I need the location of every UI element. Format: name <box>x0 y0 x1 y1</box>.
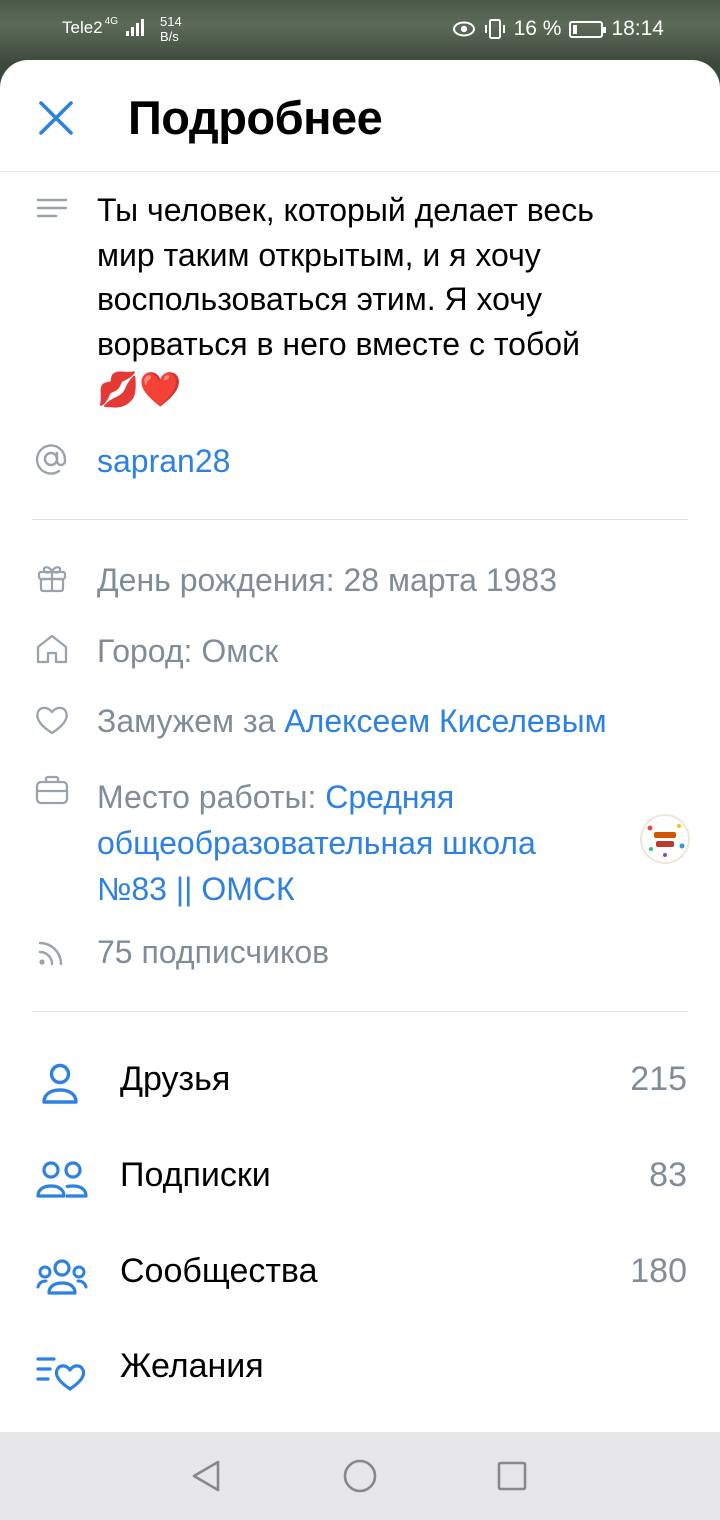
page-title: Подробнее <box>128 91 383 144</box>
back-icon[interactable] <box>188 1458 224 1494</box>
menu-item-subscriptions[interactable]: Подписки 83 <box>0 1150 720 1210</box>
relationship-text: Замужем за Алексеем Киселевым <box>97 703 607 739</box>
battery-icon <box>569 20 607 38</box>
at-icon <box>35 444 67 475</box>
clock: 18:14 <box>611 17 664 40</box>
status-emoji: 💋❤️ <box>97 371 182 409</box>
network-speed: 514 B/s <box>159 14 182 44</box>
status-bar: Tele2 4G 514 B/s 16 % 18:14 <box>0 0 720 62</box>
menu-label: Друзья <box>120 1060 231 1098</box>
menu-label: Подписки <box>120 1156 271 1194</box>
gift-icon <box>37 566 67 593</box>
close-icon[interactable] <box>36 98 76 138</box>
battery-percent: 16 % <box>513 17 562 40</box>
menu-count: 180 <box>630 1252 687 1290</box>
work-text: Место работы: Средняя общеобразовательна… <box>97 774 637 912</box>
signal-icon <box>125 18 144 36</box>
school-logo-icon <box>643 817 687 861</box>
recents-icon[interactable] <box>496 1460 528 1492</box>
network-type: 4G <box>104 16 118 27</box>
partner-link[interactable]: Алексеем Киселевым <box>284 703 606 739</box>
carrier-label: Tele2 <box>62 18 103 37</box>
followers-text[interactable]: 75 подписчиков <box>97 934 329 971</box>
menu-label: Сообщества <box>120 1252 318 1290</box>
system-nav-bar <box>0 1432 720 1520</box>
menu-item-communities[interactable]: Сообщества 180 <box>0 1246 720 1306</box>
sheet-header: Подробнее <box>0 60 720 172</box>
users-icon <box>36 1161 88 1198</box>
menu-count: 215 <box>630 1060 687 1098</box>
eye-icon <box>452 21 475 37</box>
work-link-line2[interactable]: общеобразовательная школа <box>97 820 637 866</box>
menu-item-friends[interactable]: Друзья 215 <box>0 1054 720 1114</box>
city-text: Город: Омск <box>97 633 279 669</box>
rss-icon <box>38 941 63 966</box>
vibrate-icon <box>484 19 505 39</box>
menu-item-wishlist[interactable]: Желания <box>0 1341 720 1401</box>
birthday-text: День рождения: 28 марта 1983 <box>97 562 558 598</box>
nickname-link[interactable]: sapran28 <box>97 443 230 480</box>
menu-count: 83 <box>649 1156 687 1194</box>
communities-icon <box>36 1259 88 1295</box>
home-icon <box>36 634 68 664</box>
status-text-icon <box>36 198 68 218</box>
divider <box>32 1011 688 1012</box>
user-icon <box>42 1063 78 1104</box>
work-link-line1[interactable]: Средняя <box>325 779 454 815</box>
menu-label: Желания <box>120 1347 264 1385</box>
profile-status: Ты человек, который делает весь мир таки… <box>97 188 687 414</box>
briefcase-icon <box>35 775 69 805</box>
heart-icon <box>36 706 68 735</box>
school-avatar[interactable] <box>640 814 690 864</box>
divider <box>32 519 688 520</box>
home-button-icon[interactable] <box>342 1458 378 1494</box>
wishlist-icon <box>36 1357 86 1391</box>
work-link-line3[interactable]: №83 || ОМСК <box>97 866 637 912</box>
